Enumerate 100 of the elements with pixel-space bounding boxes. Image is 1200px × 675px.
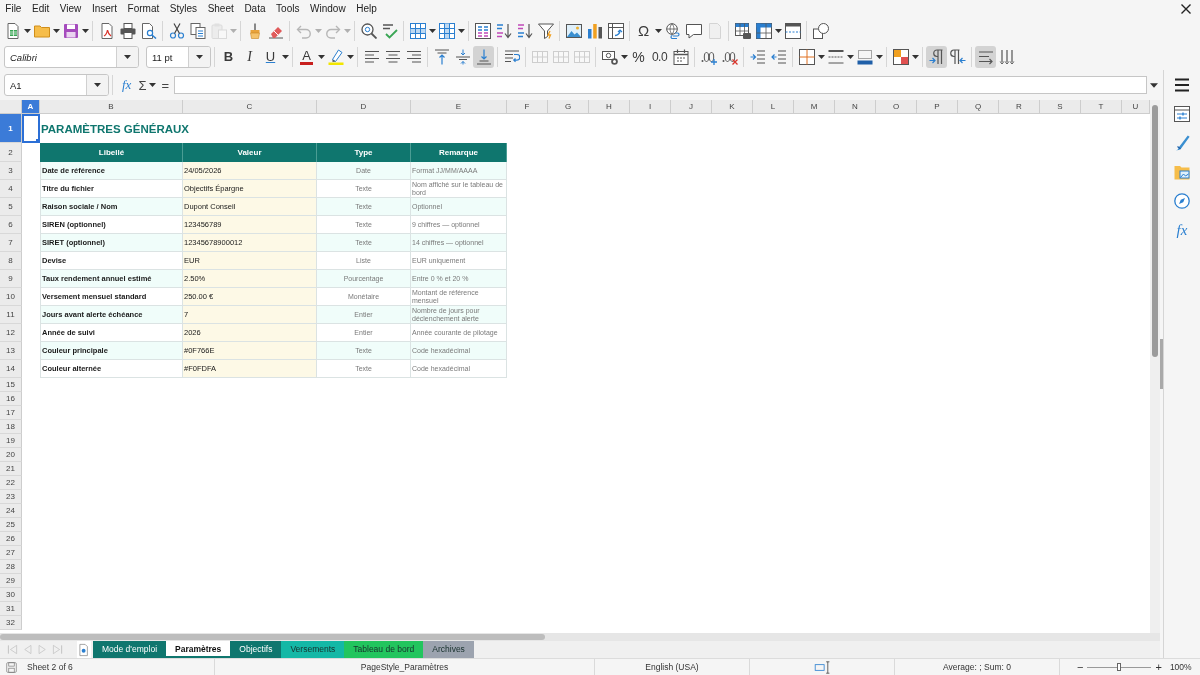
row-header[interactable]: 23: [0, 490, 22, 504]
row-header[interactable]: 31: [0, 602, 22, 616]
row-header[interactable]: 8: [0, 252, 22, 270]
row-header[interactable]: 14: [0, 360, 22, 378]
menu-item[interactable]: View: [54, 1, 87, 16]
menu-item[interactable]: Sheet: [202, 1, 240, 16]
formula-button[interactable]: =: [158, 74, 173, 96]
column-header[interactable]: J: [671, 100, 712, 114]
row-header[interactable]: 15: [0, 378, 22, 392]
column-header[interactable]: F: [507, 100, 548, 114]
column-header[interactable]: G: [548, 100, 589, 114]
row-header[interactable]: 30: [0, 588, 22, 602]
font-size-box[interactable]: 11 pt: [146, 46, 211, 68]
special-character-button[interactable]: Ω: [633, 19, 654, 42]
column-header[interactable]: T: [1081, 100, 1122, 114]
column-header[interactable]: P: [917, 100, 958, 114]
row-header[interactable]: 27: [0, 546, 22, 560]
column-header[interactable]: K: [712, 100, 753, 114]
language[interactable]: English (USA): [645, 662, 699, 672]
sheet-tab[interactable]: Tableau de bord: [344, 641, 424, 658]
menu-item[interactable]: Styles: [164, 1, 203, 16]
number-format-button[interactable]: 0.0: [649, 46, 670, 68]
row-header[interactable]: 13: [0, 342, 22, 360]
menu-item[interactable]: Format: [122, 1, 165, 16]
row-header[interactable]: 24: [0, 504, 22, 518]
menu-item[interactable]: File: [0, 1, 27, 16]
underline-button[interactable]: U: [260, 46, 281, 68]
dropdown-button[interactable]: [116, 47, 138, 67]
zoom-in-button[interactable]: +: [1153, 661, 1164, 673]
row-header[interactable]: 1: [0, 114, 22, 143]
row-header[interactable]: 19: [0, 434, 22, 448]
zoom-out-button[interactable]: −: [1075, 661, 1086, 673]
row-header[interactable]: 7: [0, 234, 22, 252]
row-header[interactable]: 2: [0, 143, 22, 162]
row-header[interactable]: 32: [0, 616, 22, 630]
column-header[interactable]: A: [22, 100, 40, 114]
column-header[interactable]: O: [876, 100, 917, 114]
column-header[interactable]: Q: [958, 100, 999, 114]
column-header[interactable]: E: [411, 100, 507, 114]
add-sheet-button[interactable]: [77, 641, 91, 658]
column-header[interactable]: R: [999, 100, 1040, 114]
column-header[interactable]: H: [589, 100, 630, 114]
column-header[interactable]: C: [183, 100, 317, 114]
row-header[interactable]: 6: [0, 216, 22, 234]
function-wizard-button[interactable]: fx: [119, 74, 135, 96]
text-horizontal-button[interactable]: [975, 46, 996, 68]
row-header[interactable]: 11: [0, 306, 22, 324]
row-header[interactable]: 22: [0, 476, 22, 490]
menu-item[interactable]: Data: [239, 1, 271, 16]
row-header[interactable]: 18: [0, 420, 22, 434]
column-header[interactable]: D: [317, 100, 411, 114]
column-header[interactable]: L: [753, 100, 794, 114]
row-header[interactable]: 3: [0, 162, 22, 180]
row-header[interactable]: 25: [0, 518, 22, 532]
functions-button[interactable]: fx: [1170, 218, 1194, 242]
menu-item[interactable]: Tools: [270, 1, 305, 16]
row-header[interactable]: 5: [0, 198, 22, 216]
row-header[interactable]: 12: [0, 324, 22, 342]
left-to-right-button[interactable]: [926, 46, 947, 68]
slider-thumb[interactable]: [1117, 663, 1122, 671]
row-header[interactable]: 16: [0, 392, 22, 406]
scrollbar-thumb[interactable]: [0, 634, 545, 640]
column-header[interactable]: M: [794, 100, 835, 114]
zoom-level[interactable]: 100%: [1169, 662, 1192, 672]
menu-item[interactable]: Insert: [86, 1, 123, 16]
dropdown-button[interactable]: [86, 75, 108, 95]
menu-item[interactable]: Help: [350, 1, 383, 16]
formula-input[interactable]: [174, 76, 1147, 94]
column-header[interactable]: S: [1040, 100, 1081, 114]
row-header[interactable]: 20: [0, 448, 22, 462]
sheet-tab[interactable]: Versements: [281, 641, 345, 658]
horizontal-scrollbar[interactable]: [0, 633, 1160, 641]
menu-item[interactable]: Edit: [26, 1, 55, 16]
menu-item[interactable]: Window: [304, 1, 351, 16]
sheet-tab[interactable]: Archives: [423, 641, 474, 658]
row-header[interactable]: 29: [0, 574, 22, 588]
font-color-button[interactable]: A: [296, 46, 317, 68]
column-header[interactable]: I: [630, 100, 671, 114]
bold-button[interactable]: B: [218, 46, 239, 68]
italic-button[interactable]: I: [239, 46, 260, 68]
column-header[interactable]: U: [1122, 100, 1150, 114]
sheet-tab[interactable]: Objectifs: [230, 641, 282, 658]
row-header[interactable]: 21: [0, 462, 22, 476]
row-header[interactable]: 17: [0, 406, 22, 420]
column-header[interactable]: N: [835, 100, 876, 114]
row-header[interactable]: 10: [0, 288, 22, 306]
sheet-tab[interactable]: Mode d'emploi: [93, 641, 166, 658]
page-style[interactable]: PageStyle_Paramètres: [360, 662, 449, 672]
scrollbar-thumb[interactable]: [1152, 105, 1158, 357]
name-box[interactable]: A1: [4, 74, 109, 96]
row-header[interactable]: 4: [0, 180, 22, 198]
row-header[interactable]: 28: [0, 560, 22, 574]
dropdown-button[interactable]: [188, 47, 210, 67]
percent-button[interactable]: %: [628, 46, 649, 68]
sum-button[interactable]: Σ: [136, 74, 149, 96]
sidebar-handle[interactable]: [1160, 339, 1163, 389]
column-header[interactable]: B: [40, 100, 183, 114]
sheet-tab[interactable]: Paramètres: [166, 641, 231, 658]
vertical-scrollbar[interactable]: [1150, 100, 1160, 633]
font-name-box[interactable]: Calibri: [4, 46, 139, 68]
